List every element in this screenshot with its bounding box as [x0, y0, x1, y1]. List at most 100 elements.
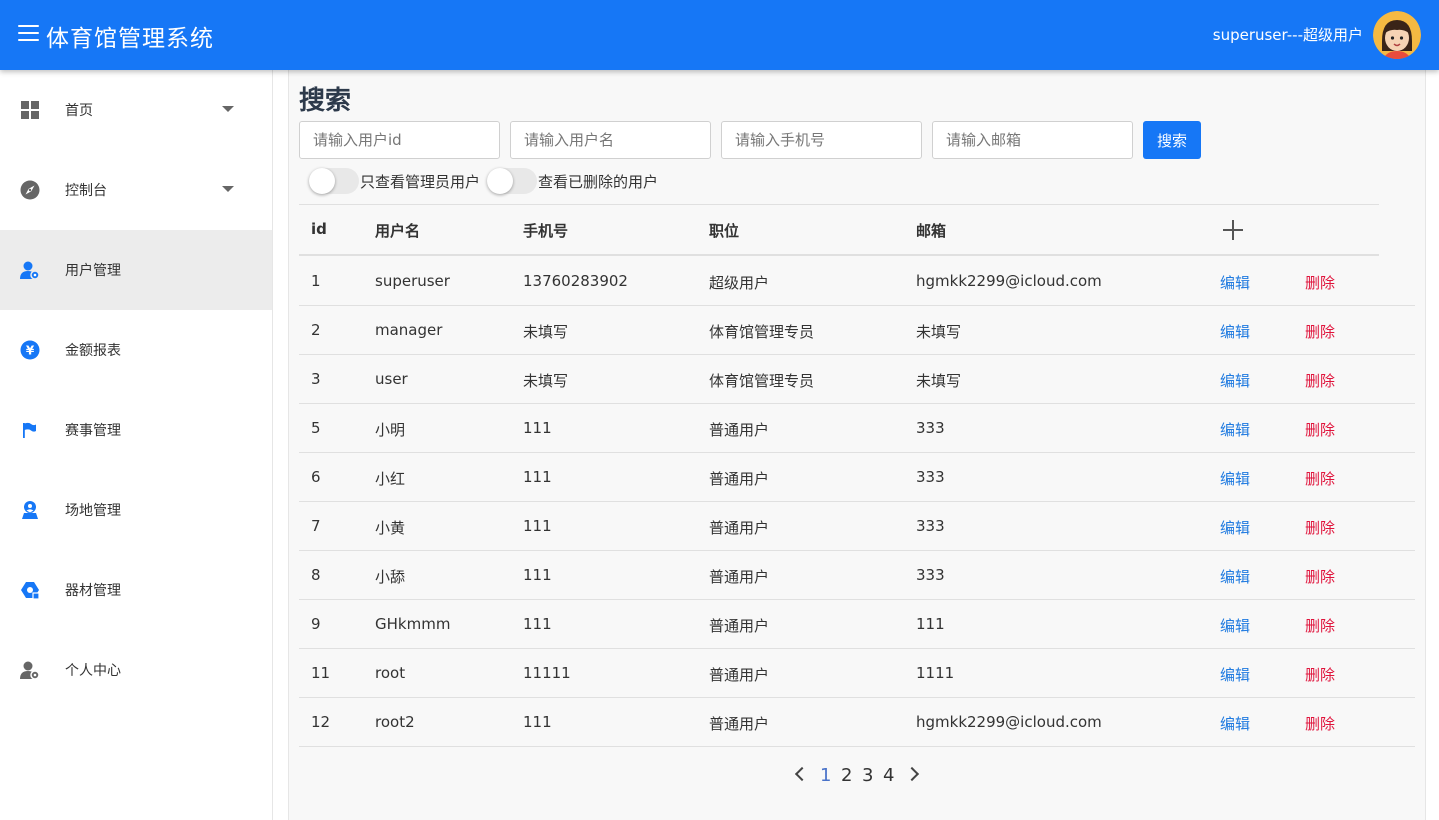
cell-id: 9 — [311, 615, 321, 633]
cell-phone: 111 — [523, 419, 552, 437]
phone-input[interactable] — [721, 121, 922, 159]
delete-link[interactable]: 删除 — [1305, 664, 1335, 685]
cell-username: 小明 — [375, 421, 406, 439]
user-id-input[interactable] — [299, 121, 500, 159]
cell-username: 小舔 — [375, 568, 406, 586]
sidebar-item-label: 首页 — [65, 103, 93, 119]
flag-icon — [20, 420, 40, 440]
column-header-id: id — [311, 220, 327, 238]
search-title: 搜索 — [299, 86, 352, 116]
chevron-right-icon[interactable] — [904, 766, 920, 782]
column-header-phone: 手机号 — [523, 222, 569, 240]
cell-username: root — [375, 664, 406, 682]
edit-link[interactable]: 编辑 — [1220, 517, 1250, 538]
edit-link[interactable]: 编辑 — [1220, 321, 1250, 342]
edit-link[interactable]: 编辑 — [1220, 664, 1250, 685]
sidebar-item-label: 用户管理 — [65, 263, 121, 279]
cell-email: 未填写 — [916, 323, 962, 341]
delete-link[interactable]: 删除 — [1305, 321, 1335, 342]
edit-link[interactable]: 编辑 — [1220, 370, 1250, 391]
toggle-knob — [487, 168, 513, 194]
sidebar-item-venue-management[interactable]: 场地管理 — [0, 470, 272, 550]
cell-email: 未填写 — [916, 372, 962, 390]
edit-link[interactable]: 编辑 — [1220, 615, 1250, 636]
cell-phone: 111 — [523, 566, 552, 584]
delete-link[interactable]: 删除 — [1305, 370, 1335, 391]
cell-id: 3 — [311, 370, 321, 388]
username-input[interactable] — [510, 121, 711, 159]
cell-position: 体育馆管理专员 — [709, 323, 815, 341]
cell-username: manager — [375, 321, 443, 339]
caret-down-icon — [222, 186, 234, 192]
table-header: id 用户名 手机号 职位 邮箱 — [299, 204, 1379, 256]
sidebar-item-finance-report[interactable]: ¥ 金额报表 — [0, 310, 272, 390]
column-header-email: 邮箱 — [916, 222, 947, 240]
top-app-bar: 体育馆管理系统 superuser---超级用户 — [0, 0, 1439, 70]
edit-link[interactable]: 编辑 — [1220, 272, 1250, 293]
sidebar-item-home[interactable]: 首页 — [0, 70, 272, 150]
edit-link[interactable]: 编辑 — [1220, 566, 1250, 587]
cell-position: 普通用户 — [709, 421, 770, 439]
location-user-icon — [20, 500, 40, 520]
delete-link[interactable]: 删除 — [1305, 272, 1335, 293]
sidebar-item-equipment-management[interactable]: 器材管理 — [0, 550, 272, 630]
cell-email: 111 — [916, 615, 945, 633]
email-input[interactable] — [932, 121, 1133, 159]
cell-phone: 111 — [523, 517, 552, 535]
current-user-label[interactable]: superuser---超级用户 — [1213, 24, 1363, 45]
cell-username: root2 — [375, 713, 415, 731]
table-row: 2 manager 未填写 体育馆管理专员 未填写 编辑 删除 — [299, 306, 1415, 355]
delete-link[interactable]: 删除 — [1305, 517, 1335, 538]
table-row: 7 小黄 111 普通用户 333 编辑 删除 — [299, 502, 1415, 551]
add-user-icon[interactable] — [1222, 219, 1244, 241]
delete-link[interactable]: 删除 — [1305, 419, 1335, 440]
cell-position: 普通用户 — [709, 617, 770, 635]
cell-email: 333 — [916, 566, 945, 584]
yen-icon: ¥ — [20, 340, 40, 360]
cell-position: 普通用户 — [709, 666, 770, 684]
admin-only-label: 只查看管理员用户 — [360, 173, 481, 191]
cell-position: 普通用户 — [709, 568, 770, 586]
cell-id: 8 — [311, 566, 321, 584]
delete-link[interactable]: 删除 — [1305, 468, 1335, 489]
sidebar-item-personal-center[interactable]: 个人中心 — [0, 630, 272, 710]
sidebar: 首页 控制台 用户管理 ¥ 金额报表 赛事管理 场地管理 器材管理 个人中心 — [0, 70, 273, 820]
user-avatar[interactable] — [1373, 11, 1421, 59]
cell-position: 体育馆管理专员 — [709, 372, 815, 390]
cell-phone: 未填写 — [523, 323, 569, 341]
cell-email: 333 — [916, 419, 945, 437]
admin-only-toggle[interactable] — [309, 168, 359, 194]
table-row: 8 小舔 111 普通用户 333 编辑 删除 — [299, 551, 1415, 600]
delete-link[interactable]: 删除 — [1305, 615, 1335, 636]
page-4[interactable]: 4 — [883, 765, 894, 786]
sidebar-item-label: 赛事管理 — [65, 423, 121, 439]
cell-id: 1 — [311, 272, 321, 290]
table-row: 11 root 11111 普通用户 1111 编辑 删除 — [299, 649, 1415, 698]
edit-link[interactable]: 编辑 — [1220, 713, 1250, 734]
show-deleted-toggle[interactable] — [487, 168, 537, 194]
search-button[interactable]: 搜索 — [1143, 121, 1201, 159]
page-2[interactable]: 2 — [841, 765, 852, 786]
app-title: 体育馆管理系统 — [46, 26, 214, 52]
table-row: 3 user 未填写 体育馆管理专员 未填写 编辑 删除 — [299, 355, 1415, 404]
sidebar-item-user-management[interactable]: 用户管理 — [0, 230, 272, 310]
svg-text:¥: ¥ — [26, 344, 35, 358]
person-settings-icon — [20, 660, 40, 680]
sidebar-item-console[interactable]: 控制台 — [0, 150, 272, 230]
column-header-username: 用户名 — [375, 222, 421, 240]
delete-link[interactable]: 删除 — [1305, 713, 1335, 734]
delete-link[interactable]: 删除 — [1305, 566, 1335, 587]
hamburger-menu-icon[interactable] — [18, 25, 39, 43]
cell-position: 普通用户 — [709, 470, 770, 488]
edit-link[interactable]: 编辑 — [1220, 419, 1250, 440]
compass-icon — [20, 180, 40, 200]
cell-phone: 111 — [523, 615, 552, 633]
edit-link[interactable]: 编辑 — [1220, 468, 1250, 489]
column-header-position: 职位 — [709, 222, 740, 240]
page-3[interactable]: 3 — [862, 765, 873, 786]
page-1[interactable]: 1 — [820, 765, 831, 786]
show-deleted-label: 查看已删除的用户 — [538, 173, 659, 191]
sidebar-item-event-management[interactable]: 赛事管理 — [0, 390, 272, 470]
chevron-left-icon[interactable] — [794, 766, 810, 782]
toggle-knob — [309, 168, 335, 194]
